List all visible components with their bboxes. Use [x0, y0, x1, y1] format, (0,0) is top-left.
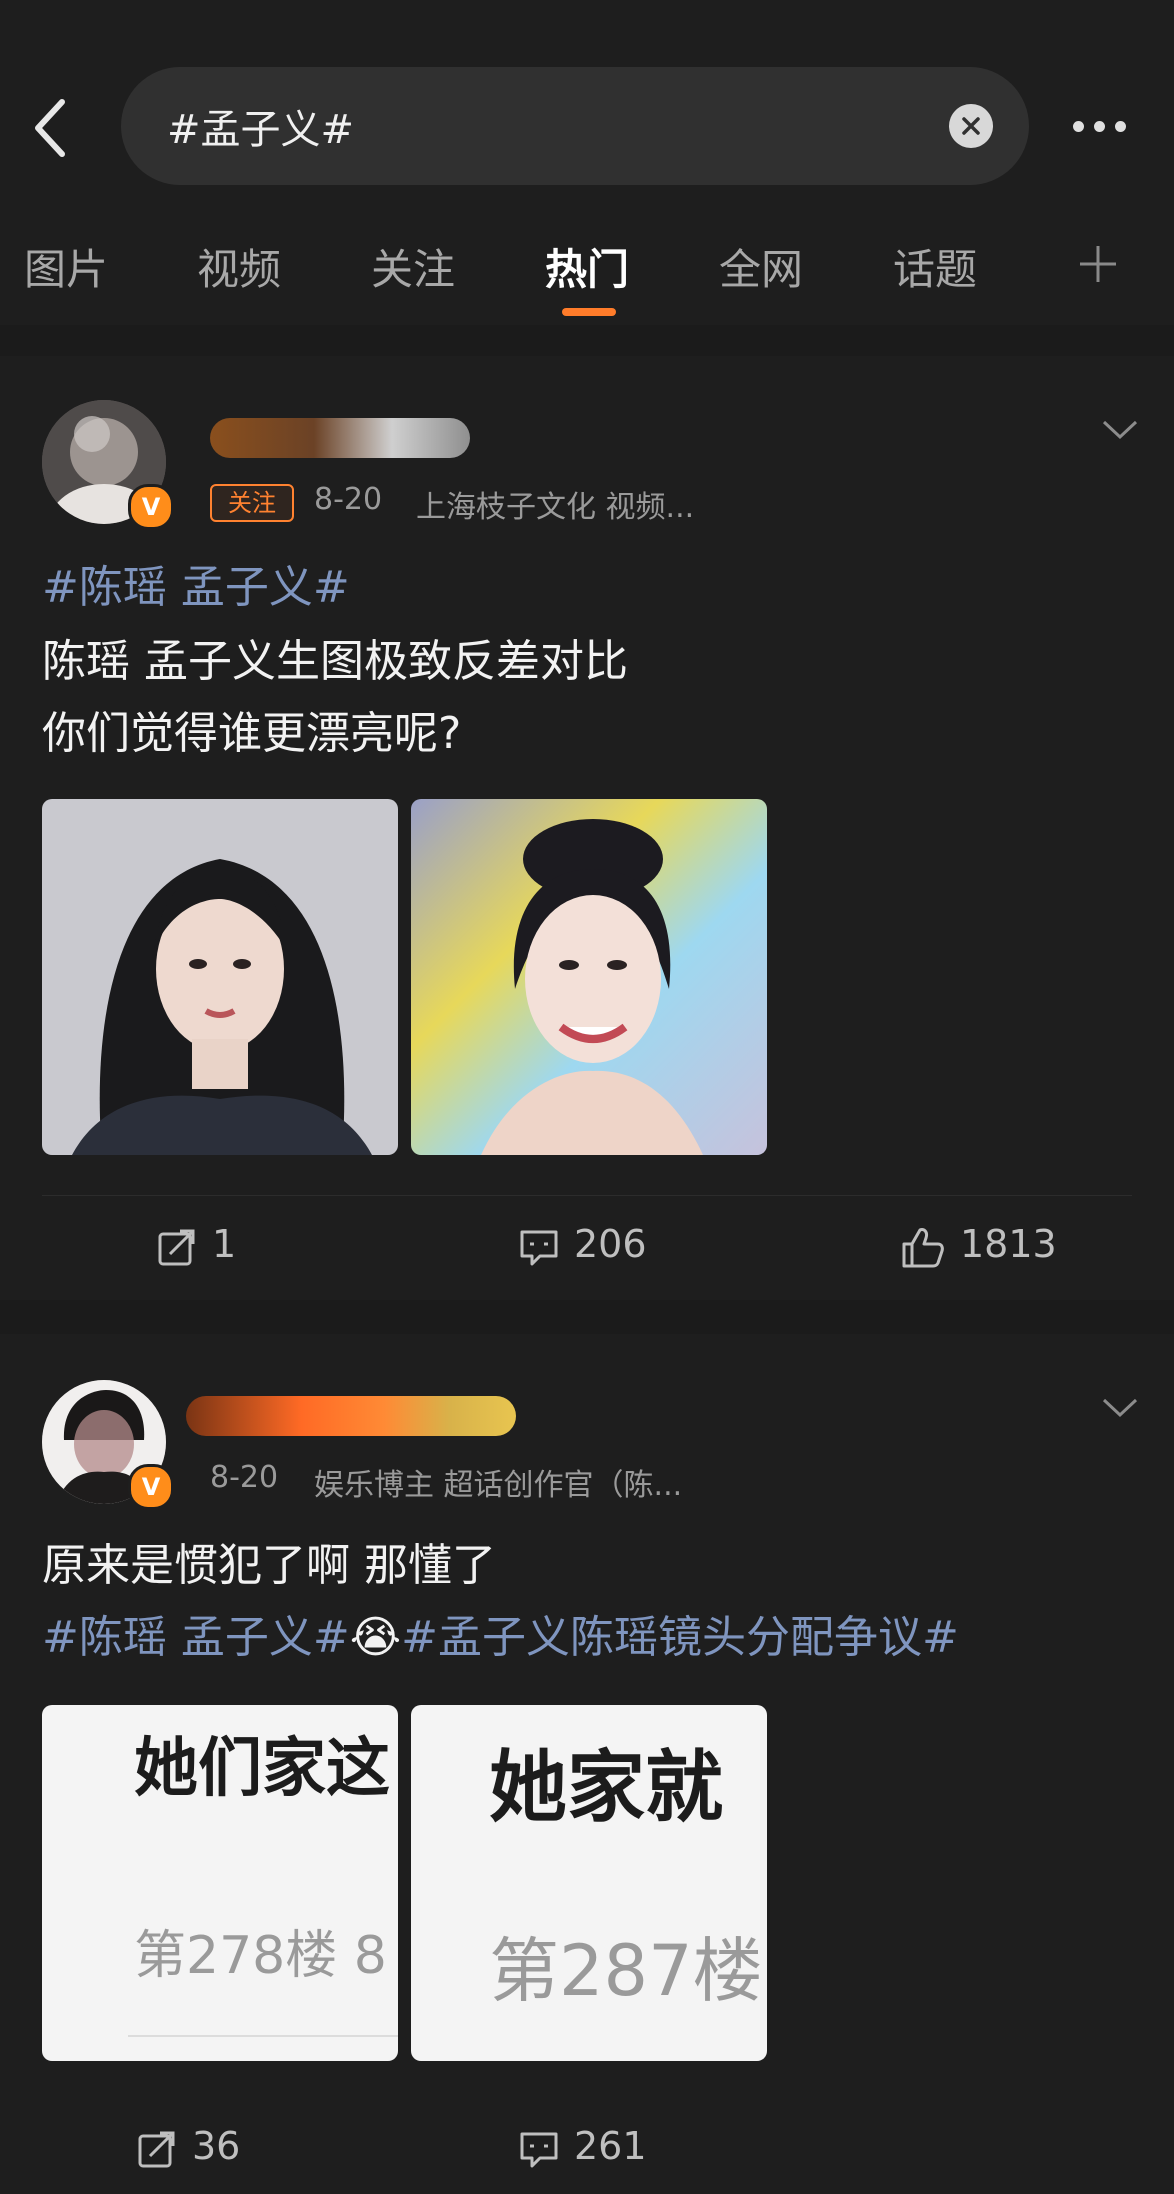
image-screenshot-title: 她们家这	[134, 1732, 390, 1806]
post-date: 8-20	[210, 1460, 279, 1495]
username-redacted	[186, 1396, 516, 1436]
repost-button[interactable]: 36	[136, 2124, 240, 2170]
more-options-button[interactable]	[1068, 116, 1134, 138]
repost-count: 36	[192, 2124, 241, 2168]
comment-icon	[520, 1230, 558, 1265]
post-source: 上海枝子文化 视频...	[416, 490, 695, 525]
comment-button[interactable]: 206	[518, 1222, 647, 1268]
repost-button[interactable]: 1	[156, 1222, 236, 1268]
post-text-line: 陈瑶 孟子义生图极致反差对比	[42, 636, 628, 687]
repost-count: 1	[212, 1222, 237, 1266]
repost-icon	[158, 1229, 195, 1265]
post-image[interactable]	[411, 799, 767, 1155]
post-text-line: 你们觉得谁更漂亮呢?	[42, 708, 462, 759]
tab-images[interactable]: 图片	[24, 236, 108, 297]
verified-badge-icon: V	[128, 484, 174, 530]
back-arrow-icon	[35, 99, 65, 157]
like-button[interactable]: 1813	[900, 1222, 1057, 1270]
follow-button[interactable]: 关注	[210, 484, 294, 522]
post-hashtag-line: #陈瑶 孟子义#😭#孟子义陈瑶镜头分配争议#	[42, 1608, 959, 1668]
post-hashtag[interactable]: #陈瑶 孟子义#	[42, 558, 350, 618]
post-hashtag[interactable]: #孟子义陈瑶镜头分配争议#	[401, 1612, 959, 1663]
tab-all-web[interactable]: 全网	[719, 236, 803, 297]
image-screenshot-title: 她家就	[489, 1743, 724, 1833]
more-dot	[1115, 121, 1126, 132]
chevron-down-icon[interactable]	[1100, 418, 1140, 442]
photo-woman-dark-hair	[42, 799, 398, 1155]
tab-bar: 图片 视频 关注 热门 全网 话题	[0, 228, 1174, 298]
divider	[42, 1195, 1132, 1196]
tab-following[interactable]: 关注	[371, 236, 455, 297]
image-divider	[128, 2035, 398, 2037]
thumbs-up-icon	[902, 1227, 944, 1267]
close-icon	[962, 117, 980, 135]
add-tab-button[interactable]	[1076, 242, 1120, 286]
comment-count: 261	[574, 2124, 647, 2168]
post-hashtag[interactable]: #陈瑶 孟子义#	[42, 1612, 350, 1663]
post-image[interactable]	[42, 799, 398, 1155]
post-meta: 娱乐博主 超话创作官（陈...	[314, 1468, 683, 1503]
tab-topics[interactable]: 话题	[893, 236, 977, 297]
image-screenshot-floor: 第287楼	[489, 1930, 763, 2012]
crying-emoji-icon: 😭	[349, 1612, 402, 1663]
verified-badge-icon: V	[128, 1464, 174, 1510]
comment-icon	[520, 2132, 558, 2167]
search-query-text: #孟子义#	[167, 107, 355, 153]
back-button[interactable]	[28, 96, 78, 160]
clear-search-button[interactable]	[949, 104, 993, 148]
post-text-line: 原来是惯犯了啊 那懂了	[42, 1540, 496, 1591]
active-tab-indicator	[562, 308, 616, 316]
post-image[interactable]: 她们家这 第278楼 8	[42, 1705, 398, 2061]
repost-icon	[138, 2131, 175, 2167]
comment-count: 206	[574, 1222, 647, 1266]
tab-hot[interactable]: 热门	[545, 236, 629, 297]
chevron-down-icon[interactable]	[1100, 1396, 1140, 1420]
tab-videos[interactable]: 视频	[197, 236, 281, 297]
comment-button[interactable]: 261	[518, 2124, 647, 2170]
image-screenshot-floor: 第278楼 8	[134, 1926, 387, 1986]
photo-woman-smiling	[411, 799, 767, 1155]
more-dots-icon	[1073, 121, 1084, 132]
post-date: 8-20	[314, 482, 383, 517]
like-count: 1813	[960, 1222, 1057, 1266]
more-dot	[1094, 121, 1105, 132]
plus-icon	[1080, 246, 1116, 282]
username-redacted	[210, 418, 470, 458]
post-image[interactable]: 她家就 第287楼	[411, 1705, 767, 2061]
search-input[interactable]: #孟子义#	[121, 67, 1029, 185]
